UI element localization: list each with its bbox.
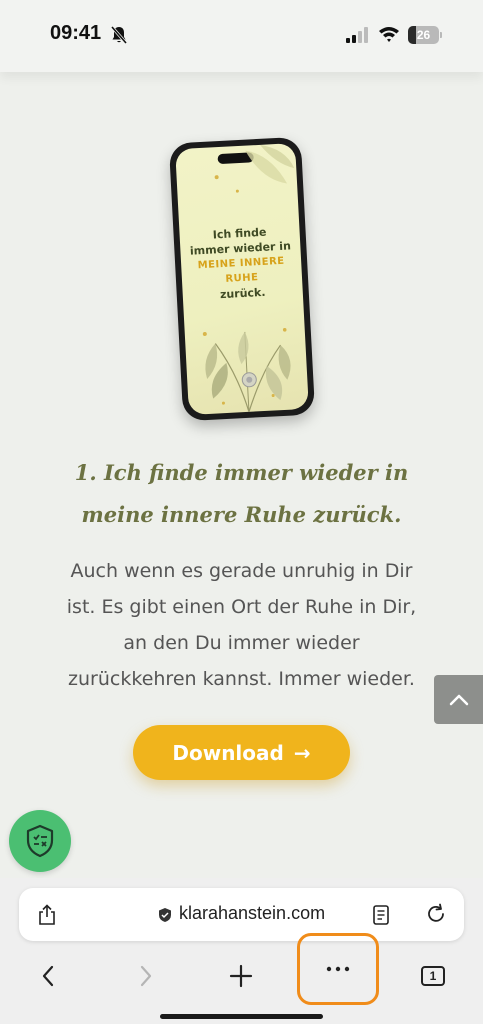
back-button[interactable] xyxy=(18,948,78,1004)
tabs-button[interactable]: 1 xyxy=(403,948,463,1004)
share-icon[interactable] xyxy=(37,904,57,926)
shield-check-icon xyxy=(26,824,54,858)
reader-mode-icon[interactable] xyxy=(373,905,389,925)
bell-off-icon xyxy=(111,26,127,44)
body-line2: ist. Es gibt einen Ort der Ruhe in Dir, xyxy=(66,596,417,618)
shield-lock-icon xyxy=(159,908,171,922)
chevron-right-icon xyxy=(140,965,152,987)
new-tab-button[interactable] xyxy=(211,948,271,1004)
home-indicator[interactable] xyxy=(160,1014,323,1019)
body-line4: zurückkehren kannst. Immer wieder. xyxy=(68,668,415,690)
ellipsis-icon xyxy=(326,966,350,972)
chevron-left-icon xyxy=(42,965,54,987)
download-label: Download xyxy=(172,740,284,765)
browser-nav-row: 1 xyxy=(0,933,483,1008)
plus-icon xyxy=(229,964,253,988)
leaf-decoration-bottom xyxy=(202,328,291,412)
body-line3: an den Du immer wieder xyxy=(123,632,360,654)
status-bar: 09:41 26 xyxy=(0,0,483,72)
download-button[interactable]: Download → xyxy=(133,725,350,780)
more-options-button[interactable] xyxy=(297,933,379,1005)
scroll-to-top-button[interactable] xyxy=(434,675,483,724)
battery-level: 26 xyxy=(416,28,431,42)
wifi-icon xyxy=(379,27,399,42)
address-bar[interactable]: klarahanstein.com xyxy=(19,888,464,941)
section-heading: 1. Ich finde immer wieder in meine inner… xyxy=(40,452,443,536)
section-body: Auch wenn es gerade unruhig in Dir ist. … xyxy=(40,553,443,697)
body-line1: Auch wenn es gerade unruhig in Dir xyxy=(70,560,413,582)
mockup-text: Ich finde immer wieder in MEINE INNERE R… xyxy=(183,223,299,304)
battery-icon: 26 xyxy=(408,26,442,44)
signal-icon xyxy=(346,27,368,43)
chevron-up-icon xyxy=(449,694,468,705)
privacy-shield-button[interactable] xyxy=(9,810,71,872)
tab-count: 1 xyxy=(421,966,445,986)
heading-line1: 1. Ich finde immer wieder in xyxy=(74,460,409,485)
reload-icon[interactable] xyxy=(425,903,447,925)
heading-line2: meine innere Ruhe zurück. xyxy=(81,502,402,527)
browser-toolbar: klarahanstein.com 1 xyxy=(0,878,483,1024)
wallpaper-mockup-image: Ich finde immer wieder in MEINE INNERE R… xyxy=(168,136,316,422)
status-time: 09:41 xyxy=(50,22,102,44)
leaf-decoration-top xyxy=(214,144,295,193)
url-text: klarahanstein.com xyxy=(179,903,326,923)
arrow-right-icon: → xyxy=(293,740,311,765)
forward-button[interactable] xyxy=(116,948,176,1004)
